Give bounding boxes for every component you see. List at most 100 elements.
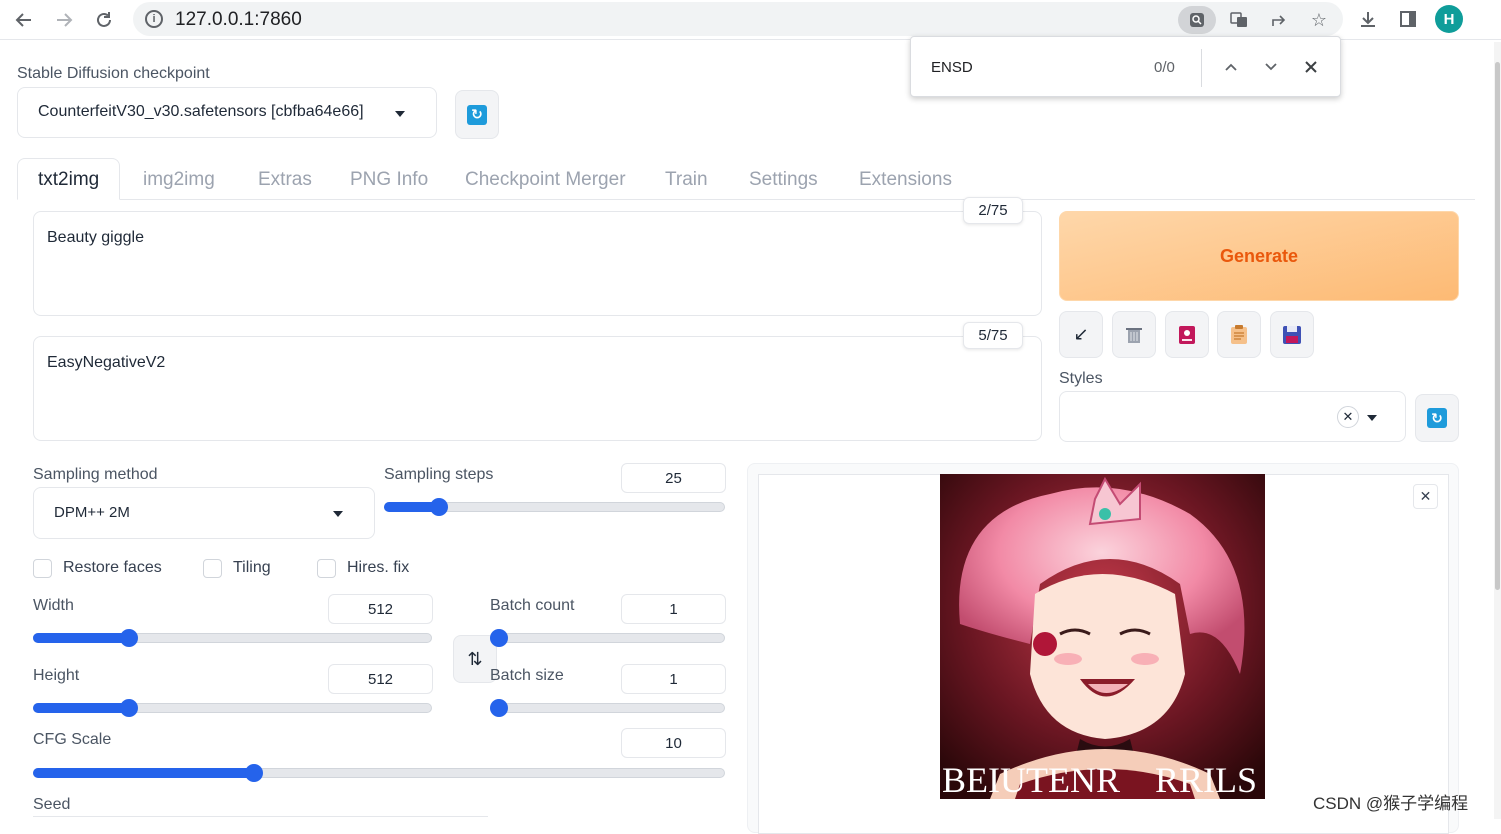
download-icon[interactable] xyxy=(1354,5,1382,33)
slider-track xyxy=(490,633,725,643)
chevron-down-icon xyxy=(333,511,343,517)
swap-arrows-icon: ⇅ xyxy=(467,648,483,669)
sampling-steps-input[interactable]: 25 xyxy=(621,463,726,493)
slider-thumb[interactable] xyxy=(429,498,448,516)
batch-size-slider[interactable] xyxy=(490,699,725,717)
find-next-icon[interactable] xyxy=(1258,54,1284,80)
refresh-icon: ↻ xyxy=(467,104,487,125)
tiling-label: Tiling xyxy=(233,559,271,576)
prompt-textarea[interactable]: Beauty giggle xyxy=(33,211,1042,316)
refresh-icon: ↻ xyxy=(1427,408,1447,428)
negative-prompt-text: EasyNegativeV2 xyxy=(47,354,166,371)
find-query[interactable]: ENSD xyxy=(931,59,973,76)
width-slider[interactable] xyxy=(33,629,432,647)
page-scrollbar[interactable] xyxy=(1494,42,1501,819)
tab-png-info[interactable]: PNG Info xyxy=(350,158,428,200)
find-divider xyxy=(1201,49,1202,87)
sampling-method-value: DPM++ 2M xyxy=(54,504,130,521)
batch-size-input[interactable]: 1 xyxy=(621,664,726,694)
batch-count-input[interactable]: 1 xyxy=(621,594,726,624)
chevron-down-icon xyxy=(395,111,405,117)
height-slider[interactable] xyxy=(33,699,432,717)
height-label: Height xyxy=(33,667,80,684)
chevron-down-icon xyxy=(1367,415,1377,421)
side-panel-icon[interactable] xyxy=(1394,5,1422,33)
restore-faces-checkbox[interactable] xyxy=(33,559,52,578)
refresh-checkpoint-button[interactable]: ↻ xyxy=(455,90,499,139)
back-icon[interactable] xyxy=(10,6,38,34)
cfg-scale-label: CFG Scale xyxy=(33,731,112,748)
find-bar: ENSD 0/0 xyxy=(910,36,1341,97)
tab-divider xyxy=(17,199,1475,200)
slider-fill xyxy=(33,633,129,643)
tiling-checkbox[interactable] xyxy=(203,559,222,578)
floppy-disk-icon xyxy=(1283,325,1301,344)
cfg-scale-slider[interactable] xyxy=(33,764,725,782)
tab-txt2img[interactable]: txt2img xyxy=(17,158,121,200)
tab-checkpoint-merger[interactable]: Checkpoint Merger xyxy=(465,158,626,200)
zoom-search-icon[interactable] xyxy=(1178,6,1216,34)
sampling-steps-label: Sampling steps xyxy=(384,466,494,483)
profile-avatar[interactable]: H xyxy=(1435,5,1463,33)
address-bar[interactable]: i 127.0.0.1:7860 ☆ xyxy=(133,2,1343,36)
slider-thumb[interactable] xyxy=(490,699,508,717)
batch-count-label: Batch count xyxy=(490,597,575,614)
tab-train[interactable]: Train xyxy=(665,158,708,200)
url-text: 127.0.0.1:7860 xyxy=(175,9,302,30)
find-match-count: 0/0 xyxy=(1154,59,1175,76)
tab-extras[interactable]: Extras xyxy=(258,158,312,200)
width-input[interactable]: 512 xyxy=(328,594,433,624)
find-close-icon[interactable] xyxy=(1298,54,1324,80)
sampling-steps-slider[interactable] xyxy=(384,498,725,516)
height-input[interactable]: 512 xyxy=(328,664,433,694)
prompt-text: Beauty giggle xyxy=(47,229,144,246)
seed-label: Seed xyxy=(33,796,71,813)
tab-settings[interactable]: Settings xyxy=(749,158,818,200)
scrollbar-thumb[interactable] xyxy=(1495,62,1500,590)
width-label: Width xyxy=(33,597,74,614)
hires-fix-checkbox[interactable] xyxy=(317,559,336,578)
sampling-method-dropdown[interactable]: DPM++ 2M xyxy=(33,487,375,539)
generate-button[interactable]: Generate xyxy=(1059,211,1459,301)
translate-icon[interactable] xyxy=(1225,6,1253,34)
styles-dropdown[interactable]: ✕ xyxy=(1059,391,1406,442)
forward-icon[interactable] xyxy=(50,6,78,34)
hires-fix-label: Hires. fix xyxy=(347,559,410,576)
bookmark-star-icon[interactable]: ☆ xyxy=(1305,6,1333,34)
styles-label: Styles xyxy=(1059,370,1103,387)
restore-faces-label: Restore faces xyxy=(63,559,162,576)
slider-fill xyxy=(33,703,129,713)
find-previous-icon[interactable] xyxy=(1218,54,1244,80)
refresh-styles-button[interactable]: ↻ xyxy=(1415,394,1459,442)
slider-thumb[interactable] xyxy=(245,764,264,782)
picture-card-icon xyxy=(1179,325,1195,344)
close-icon[interactable]: ✕ xyxy=(1413,484,1438,509)
clipboard-icon xyxy=(1231,324,1247,344)
slider-thumb[interactable] xyxy=(490,629,508,647)
checkpoint-dropdown[interactable]: CounterfeitV30_v30.safetensors [cbfba64e… xyxy=(17,87,437,138)
image-caption-left: BEIUTENR xyxy=(942,760,1120,799)
arrow-diagonal-icon: ↙ xyxy=(1073,324,1089,344)
main-tabs: txt2img img2img Extras PNG Info Checkpoi… xyxy=(17,158,1475,200)
slider-thumb[interactable] xyxy=(119,629,138,647)
cfg-scale-input[interactable]: 10 xyxy=(621,728,726,758)
save-style-button[interactable] xyxy=(1270,311,1314,358)
tab-extensions[interactable]: Extensions xyxy=(859,158,952,200)
generated-image[interactable]: BEIUTENR RRILS xyxy=(940,474,1265,799)
image-caption-right: RRILS xyxy=(1155,760,1257,799)
read-params-button[interactable]: ↙ xyxy=(1059,311,1103,358)
apply-style-button[interactable] xyxy=(1217,311,1261,358)
clear-icon[interactable]: ✕ xyxy=(1337,406,1359,428)
negative-token-counter: 5/75 xyxy=(963,322,1023,349)
batch-count-slider[interactable] xyxy=(490,629,725,647)
slider-thumb[interactable] xyxy=(119,699,138,717)
extra-networks-button[interactable] xyxy=(1165,311,1209,358)
negative-prompt-textarea[interactable]: EasyNegativeV2 xyxy=(33,336,1042,441)
tab-img2img[interactable]: img2img xyxy=(143,158,215,200)
watermark-text: CSDN @猴子学编程 xyxy=(1313,794,1469,813)
share-icon[interactable] xyxy=(1265,6,1293,34)
site-info-icon[interactable]: i xyxy=(145,10,163,28)
slider-track xyxy=(490,703,725,713)
reload-icon[interactable] xyxy=(90,6,118,34)
clear-prompt-button[interactable] xyxy=(1112,311,1156,358)
